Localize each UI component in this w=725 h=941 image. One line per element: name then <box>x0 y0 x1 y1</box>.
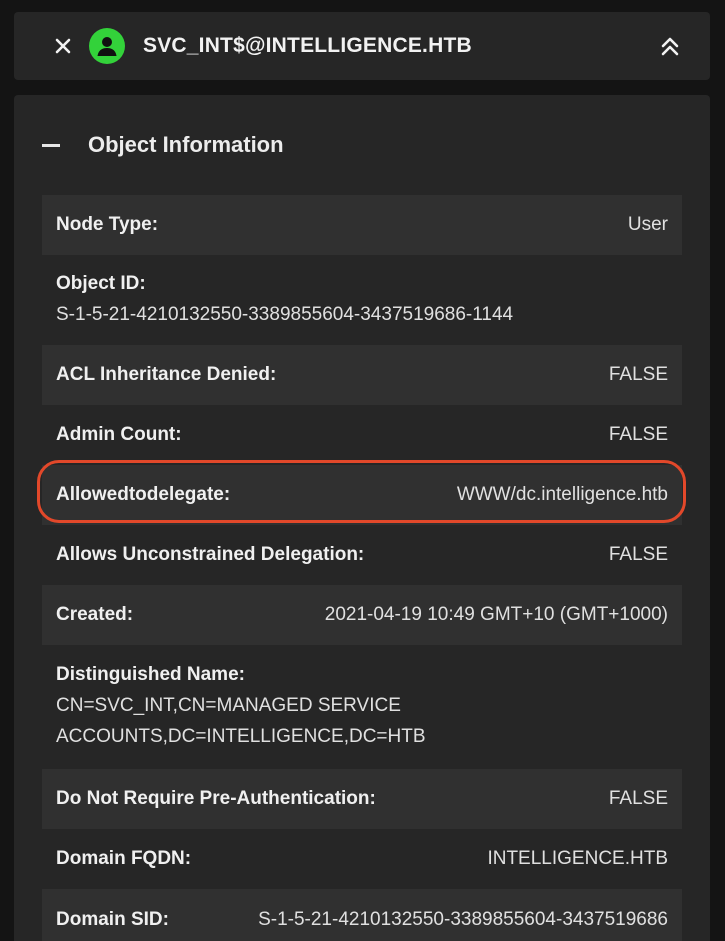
property-value: 2021-04-19 10:49 GMT+10 (GMT+1000) <box>324 604 668 625</box>
object-information-panel: Object Information Node Type: User Objec… <box>14 95 710 941</box>
section-title: Object Information <box>88 132 284 157</box>
property-value: FALSE <box>608 544 668 565</box>
property-value: S-1-5-21-4210132550-3389855604-343751968… <box>56 303 514 325</box>
property-label: Allowedtodelegate: <box>56 484 231 505</box>
property-label: ACL Inheritance Denied: <box>56 364 277 385</box>
property-row-unconstrained-delegation: Allows Unconstrained Delegation: FALSE <box>42 525 682 585</box>
property-label: Created: <box>56 604 134 625</box>
property-label: Distinguished Name: <box>56 664 245 685</box>
property-row-created: Created: 2021-04-19 10:49 GMT+10 (GMT+10… <box>42 585 682 645</box>
property-label: Object ID: <box>56 272 146 294</box>
node-name: SVC_INT$@INTELLIGENCE.HTB <box>143 34 472 57</box>
property-row-pre-authentication: Do Not Require Pre-Authentication: FALSE <box>42 769 682 829</box>
property-value: FALSE <box>608 424 668 445</box>
property-row-acl-inheritance-denied: ACL Inheritance Denied: FALSE <box>42 345 682 405</box>
property-value: User <box>627 214 668 235</box>
property-value: INTELLIGENCE.HTB <box>487 848 668 869</box>
user-avatar-icon <box>89 28 125 64</box>
property-value: CN=SVC_INT,CN=MANAGED SERVICE ACCOUNTS,D… <box>56 695 426 747</box>
close-button[interactable] <box>51 34 75 58</box>
property-label: Domain SID: <box>56 909 169 930</box>
property-row-admin-count: Admin Count: FALSE <box>42 405 682 465</box>
property-value: FALSE <box>608 788 668 809</box>
property-row-distinguished-name: Distinguished Name: CN=SVC_INT,CN=MANAGE… <box>42 645 682 769</box>
property-label: Allows Unconstrained Delegation: <box>56 544 365 565</box>
property-label: Do Not Require Pre-Authentication: <box>56 788 376 809</box>
property-list: Node Type: User Object ID: S-1-5-21-4210… <box>42 195 682 941</box>
close-icon <box>55 38 71 54</box>
property-row-domain-sid: Domain SID: S-1-5-21-4210132550-33898556… <box>42 889 682 941</box>
property-row-allowedtodelegate: Allowedtodelegate: WWW/dc.intelligence.h… <box>42 465 682 525</box>
minus-icon <box>42 143 60 147</box>
collapse-button[interactable] <box>658 34 682 58</box>
node-header: SVC_INT$@INTELLIGENCE.HTB <box>14 12 710 80</box>
property-label: Node Type: <box>56 214 159 235</box>
property-label: Domain FQDN: <box>56 848 192 869</box>
double-chevron-up-icon <box>661 37 679 56</box>
property-row-domain-fqdn: Domain FQDN: INTELLIGENCE.HTB <box>42 829 682 889</box>
object-information-toggle[interactable]: Object Information <box>14 95 710 195</box>
property-row-node-type: Node Type: User <box>42 195 682 255</box>
property-value: WWW/dc.intelligence.htb <box>456 484 668 505</box>
property-row-object-id: Object ID: S-1-5-21-4210132550-338985560… <box>42 255 682 345</box>
property-value: FALSE <box>608 364 668 385</box>
property-label: Admin Count: <box>56 424 182 445</box>
property-value: S-1-5-21-4210132550-3389855604-343751968… <box>258 909 668 930</box>
